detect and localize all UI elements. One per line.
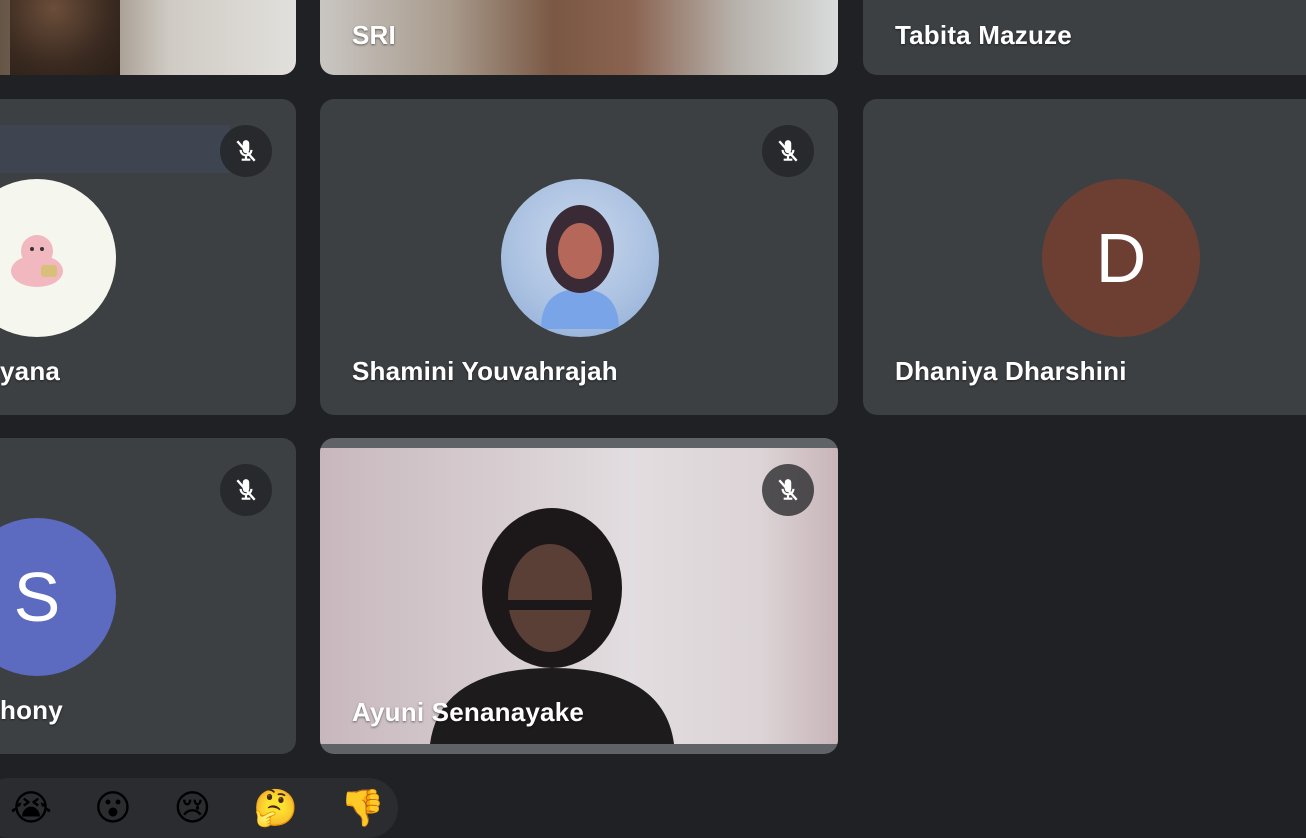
avatar bbox=[0, 179, 116, 337]
participant-tile-hony[interactable]: S hony bbox=[0, 438, 296, 754]
participant-tile-top-left[interactable] bbox=[0, 0, 296, 75]
avatar-initial: S bbox=[13, 558, 61, 636]
avatar-initial: D bbox=[1095, 219, 1147, 297]
participant-video bbox=[10, 0, 120, 75]
participant-name: Ayuni Senanayake bbox=[352, 697, 585, 727]
reactions-bar: 😭 😮 😢 🤔 👎 bbox=[0, 778, 398, 838]
participant-tile-sri[interactable]: SRI bbox=[320, 0, 838, 75]
reaction-sad[interactable]: 😢 bbox=[174, 790, 212, 826]
participant-name: yana bbox=[0, 356, 61, 386]
avatar: D bbox=[1042, 179, 1200, 337]
name-overlay-bar bbox=[0, 125, 230, 173]
avatar: S bbox=[0, 518, 116, 676]
reaction-thinking[interactable]: 🤔 bbox=[253, 790, 298, 826]
participant-tile-dhaniya[interactable]: D Dhaniya Dharshini bbox=[863, 99, 1306, 415]
reaction-surprised[interactable]: 😮 bbox=[94, 790, 132, 826]
mic-off-icon bbox=[762, 464, 814, 516]
participant-tile-shamini[interactable]: Shamini Youvahrajah bbox=[320, 99, 838, 415]
mic-off-icon bbox=[220, 125, 272, 177]
participant-name: Tabita Mazuze bbox=[895, 20, 1072, 50]
participant-tile-tabita[interactable]: Tabita Mazuze bbox=[863, 0, 1306, 75]
participant-name: SRI bbox=[352, 20, 396, 50]
reaction-thumbs-down[interactable]: 👎 bbox=[340, 790, 385, 826]
participant-tile-yana[interactable]: yana bbox=[0, 99, 296, 415]
participant-tile-ayuni[interactable]: Ayuni Senanayake bbox=[320, 438, 838, 754]
avatar bbox=[501, 179, 659, 337]
participant-name: hony bbox=[0, 695, 63, 725]
participant-name: Dhaniya Dharshini bbox=[895, 356, 1127, 386]
mic-off-icon bbox=[220, 464, 272, 516]
mic-off-icon bbox=[762, 125, 814, 177]
reaction-crying-laughing[interactable]: 😭 bbox=[10, 790, 52, 826]
participant-name: Shamini Youvahrajah bbox=[352, 356, 618, 386]
